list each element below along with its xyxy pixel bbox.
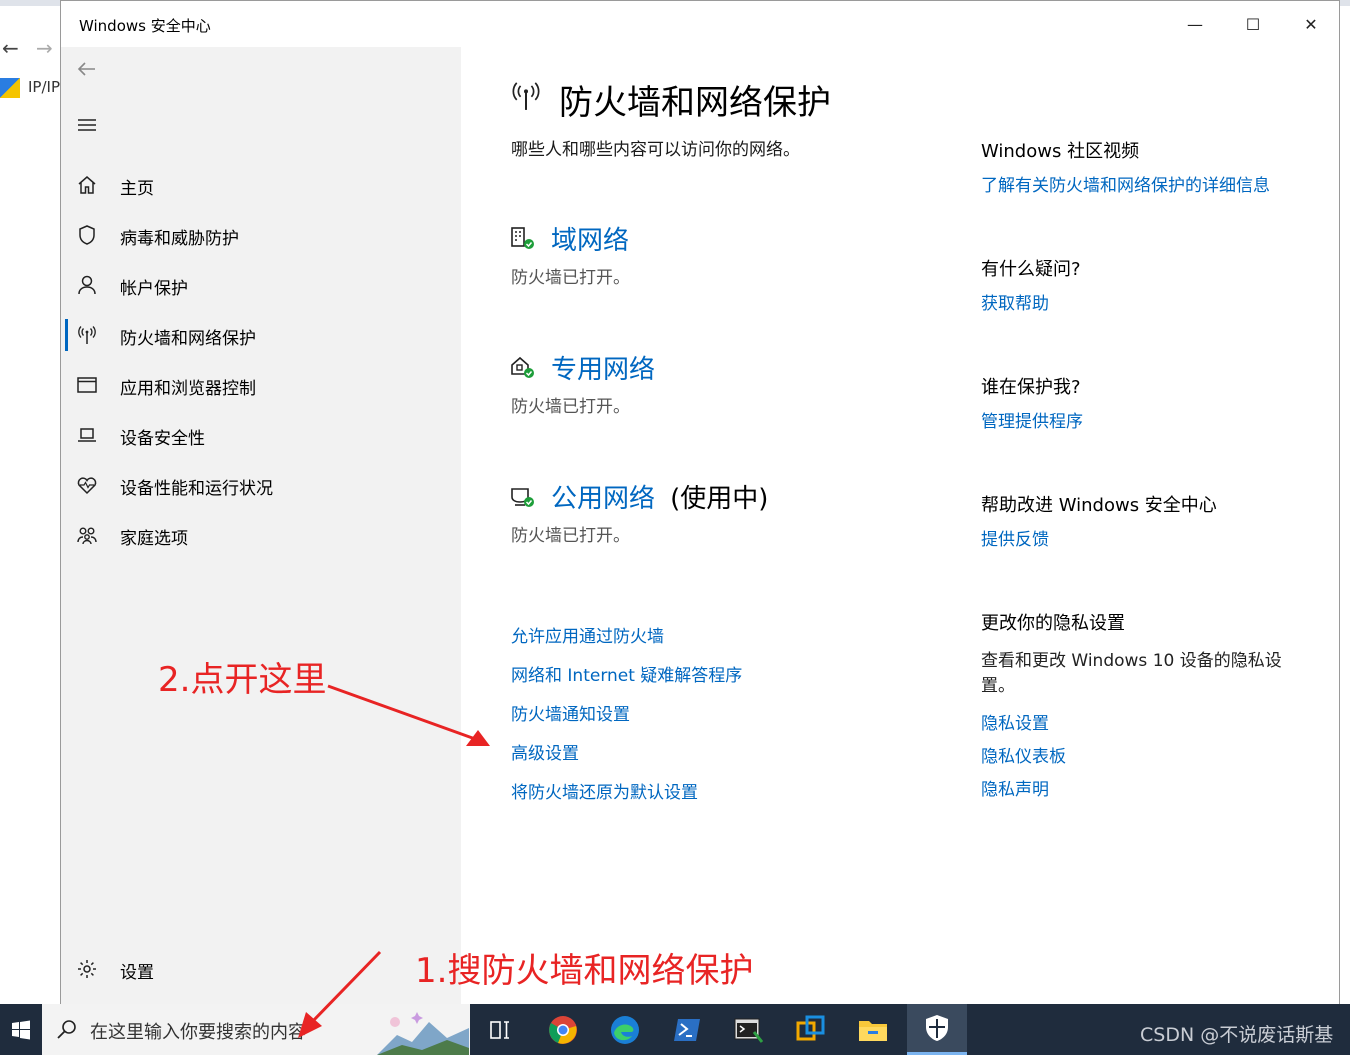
public-network-in-use: (使用中) [670, 484, 769, 514]
browser-back-icon: ← [2, 36, 19, 60]
public-network-icon [509, 483, 537, 509]
home-icon [75, 173, 99, 197]
page-antenna-icon [509, 79, 543, 113]
search-icon [56, 1018, 78, 1040]
learn-more-link[interactable]: 了解有关防火墙和网络保护的详细信息 [981, 171, 1270, 196]
edge-icon[interactable] [595, 1004, 655, 1055]
back-arrow-icon[interactable] [75, 57, 99, 81]
maximize-button[interactable]: ☐ [1224, 1, 1282, 47]
csdn-watermark: CSDN @不说废话斯基 [1140, 1024, 1334, 1046]
bookmark-label: IP/IP [28, 78, 60, 96]
powershell-icon[interactable] [657, 1004, 717, 1055]
give-feedback-link[interactable]: 提供反馈 [981, 525, 1049, 550]
public-network-link[interactable]: 公用网络 [551, 484, 655, 514]
family-icon [75, 523, 99, 547]
window-manager-icon[interactable] [781, 1004, 841, 1055]
domain-network-link[interactable]: 域网络 [551, 220, 629, 257]
file-explorer-icon[interactable] [843, 1004, 903, 1055]
background-browser-left: ← → IP/IP [0, 6, 60, 1006]
domain-network-status: 防火墙已打开。 [511, 268, 630, 288]
browser-forward-icon: → [36, 36, 53, 60]
sidebar-item-account-protection[interactable]: 帐户保护 [61, 261, 461, 311]
security-center-window: Windows 安全中心 — ☐ ✕ 主页 病毒和威胁防护 帐户保护 防火墙和网… [60, 0, 1340, 1005]
private-network-icon [509, 354, 537, 380]
active-indicator [65, 319, 68, 351]
search-highlight-image [377, 1010, 469, 1055]
sidebar-item-firewall[interactable]: 防火墙和网络保护 [61, 311, 461, 361]
annotation-step-2: 2.点开这里 [158, 660, 327, 700]
privacy-text: 查看和更改 Windows 10 设备的隐私设置。 [981, 651, 1282, 696]
page-title: 防火墙和网络保护 [559, 83, 831, 123]
app-window-icon [75, 373, 99, 397]
sidebar-item-device-health[interactable]: 设备性能和运行状况 [61, 461, 461, 511]
network-antenna-icon [75, 323, 99, 347]
restore-defaults-link[interactable]: 将防火墙还原为默认设置 [511, 778, 698, 803]
annotation-step-1: 1.搜防火墙和网络保护 [415, 951, 754, 991]
security-center-taskbar-icon[interactable] [907, 1004, 967, 1055]
sidebar-item-label: 家庭选项 [120, 529, 188, 549]
bookmark-favicon-icon [0, 78, 20, 98]
person-icon [75, 273, 99, 297]
sidebar-item-settings[interactable]: 设置 [61, 945, 461, 995]
sidebar: 主页 病毒和威胁防护 帐户保护 防火墙和网络保护 应用和浏览器控制 设备安全性 … [61, 47, 461, 1005]
get-help-link[interactable]: 获取帮助 [981, 289, 1049, 314]
network-troubleshooter-link[interactable]: 网络和 Internet 疑难解答程序 [511, 661, 742, 686]
sidebar-item-family-options[interactable]: 家庭选项 [61, 511, 461, 561]
task-view-icon[interactable] [470, 1004, 530, 1055]
hamburger-menu-icon[interactable] [75, 113, 99, 137]
manage-providers-link[interactable]: 管理提供程序 [981, 407, 1083, 432]
windows-start-icon[interactable] [0, 1004, 42, 1055]
privacy-statement-link[interactable]: 隐私声明 [981, 775, 1049, 800]
community-videos-heading: Windows 社区视频 [981, 141, 1140, 162]
questions-heading: 有什么疑问? [981, 259, 1081, 280]
background-browser-right [1340, 6, 1350, 1006]
close-button[interactable]: ✕ [1282, 1, 1340, 47]
domain-network-icon [509, 225, 537, 251]
shield-icon [75, 223, 99, 247]
terminal-app-icon[interactable] [719, 1004, 779, 1055]
who-protects-heading: 谁在保护我? [981, 377, 1081, 398]
page-subtitle: 哪些人和哪些内容可以访问你的网络。 [511, 140, 800, 160]
laptop-icon [75, 423, 99, 447]
sidebar-item-label: 帐户保护 [120, 279, 188, 299]
sidebar-item-app-browser-control[interactable]: 应用和浏览器控制 [61, 361, 461, 411]
title-bar: Windows 安全中心 — ☐ ✕ [61, 1, 1339, 47]
privacy-heading: 更改你的隐私设置 [981, 613, 1125, 634]
public-network-status: 防火墙已打开。 [511, 526, 630, 546]
window-title: Windows 安全中心 [79, 17, 211, 35]
sidebar-item-home[interactable]: 主页 [61, 161, 461, 211]
minimize-button[interactable]: — [1166, 1, 1224, 47]
public-network-heading: 公用网络 (使用中) [551, 478, 768, 515]
sidebar-item-label: 设备安全性 [120, 429, 205, 449]
help-improve-heading: 帮助改进 Windows 安全中心 [981, 495, 1217, 516]
heart-icon [75, 473, 99, 497]
gear-icon [75, 957, 99, 981]
advanced-settings-link[interactable]: 高级设置 [511, 739, 579, 764]
private-network-status: 防火墙已打开。 [511, 397, 630, 417]
annotation-arrow-2 [327, 684, 490, 746]
sidebar-item-label: 主页 [120, 179, 154, 199]
sidebar-item-label: 防火墙和网络保护 [120, 329, 256, 349]
sidebar-item-label: 设备性能和运行状况 [120, 479, 273, 499]
sidebar-item-device-security[interactable]: 设备安全性 [61, 411, 461, 461]
firewall-notification-settings-link[interactable]: 防火墙通知设置 [511, 700, 630, 725]
sidebar-item-virus-protection[interactable]: 病毒和威胁防护 [61, 211, 461, 261]
main-content: 防火墙和网络保护 哪些人和哪些内容可以访问你的网络。 域网络 防火墙已打开。 专… [461, 47, 1339, 1005]
privacy-dashboard-link[interactable]: 隐私仪表板 [981, 742, 1066, 767]
allow-app-through-firewall-link[interactable]: 允许应用通过防火墙 [511, 622, 664, 647]
search-input[interactable]: 在这里输入你要搜索的内容 [90, 1018, 306, 1044]
chrome-icon[interactable] [533, 1004, 593, 1055]
private-network-link[interactable]: 专用网络 [551, 349, 655, 386]
sidebar-item-label: 设置 [120, 963, 154, 983]
annotation-arrow-1 [298, 950, 382, 1038]
sidebar-item-label: 应用和浏览器控制 [120, 379, 256, 399]
privacy-settings-link[interactable]: 隐私设置 [981, 709, 1049, 734]
taskbar-search-box[interactable]: 在这里输入你要搜索的内容 [42, 1004, 470, 1055]
sidebar-item-label: 病毒和威胁防护 [120, 229, 239, 249]
